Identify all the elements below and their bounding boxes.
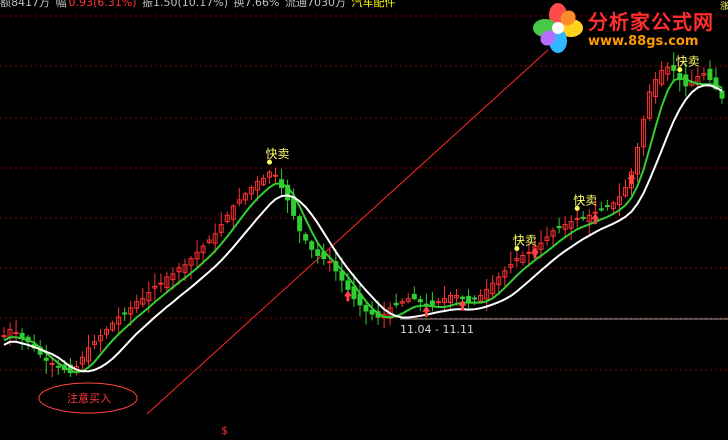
logo-url[interactable]: www.88gs.com (588, 34, 698, 49)
candle-body (460, 296, 466, 300)
candle-body (309, 241, 315, 250)
candle-body (369, 309, 375, 315)
candle-body (273, 174, 279, 177)
sell-signal-label: 快卖 (573, 193, 597, 207)
trend-line[interactable] (146, 49, 549, 415)
header-part: 流通7030万 (285, 0, 350, 9)
up-arrow-icon[interactable] (530, 247, 539, 259)
candle-body (13, 332, 19, 335)
up-arrow-icon[interactable] (343, 290, 352, 302)
candle-body (315, 249, 321, 256)
ma-slow-line (3, 84, 723, 373)
kline-chart[interactable]: 快卖 快卖 快卖 快卖 注意买入 11.04 - 11.11 $ 涨 (0, 0, 728, 437)
header-part: 换7.66% (233, 0, 283, 9)
candle-body (707, 68, 713, 81)
candle-body (49, 362, 55, 365)
candle-body (466, 295, 472, 303)
candle-body (417, 299, 423, 303)
header-part: 幅 (55, 0, 67, 9)
candle-body (472, 297, 478, 300)
candle-body (43, 357, 49, 361)
header-part: 额8417万 (0, 0, 54, 9)
candle-body (327, 261, 333, 264)
candle-body (429, 300, 435, 306)
candle-body (556, 225, 562, 229)
candle-body (291, 197, 297, 216)
range-label: 11.04 - 11.11 (400, 323, 474, 336)
candle-body (363, 304, 369, 312)
candle-body (158, 282, 164, 285)
candle-body (55, 365, 61, 368)
candle-body (345, 280, 351, 290)
buy-signal-label: 注意买入 (67, 391, 111, 405)
candle-body (303, 234, 309, 241)
candle-body (122, 312, 128, 315)
header-part: 0.93(6.31%) (68, 0, 137, 9)
candle-body (580, 216, 586, 219)
header-part: 汽车配件 (351, 0, 396, 9)
up-arrow-icon[interactable] (627, 173, 636, 185)
kline-chart-canvas[interactable]: 快卖快卖快卖快卖注意买入11.04 - 11.11$涨 (0, 0, 728, 437)
sell-signal-label: 快卖 (513, 234, 537, 248)
candle-body (598, 208, 604, 211)
sell-signal-label: 快卖 (265, 147, 289, 161)
logo-title: 分析家公式网 (588, 10, 714, 34)
site-logo[interactable]: 分析家公式网 www.88gs.com (528, 0, 728, 60)
candle-body (719, 90, 725, 99)
candle-body (604, 205, 610, 208)
candle-body (297, 216, 303, 232)
candle-body (435, 301, 441, 304)
pinwheel-flower-icon (533, 3, 583, 53)
candle-body (574, 217, 580, 220)
stock-info-bar: 额8417万 幅 0.93(6.31%) 振1.50(10.17%) 换7.66%… (0, 0, 398, 10)
header-part: 振1.50(10.17%) (138, 0, 232, 9)
candle-body (411, 293, 417, 300)
candle-body (393, 302, 399, 306)
ma-fast-line (3, 77, 723, 374)
candle-body (592, 211, 598, 214)
candle-body (1, 335, 7, 338)
footer-mark: $ (221, 424, 228, 436)
